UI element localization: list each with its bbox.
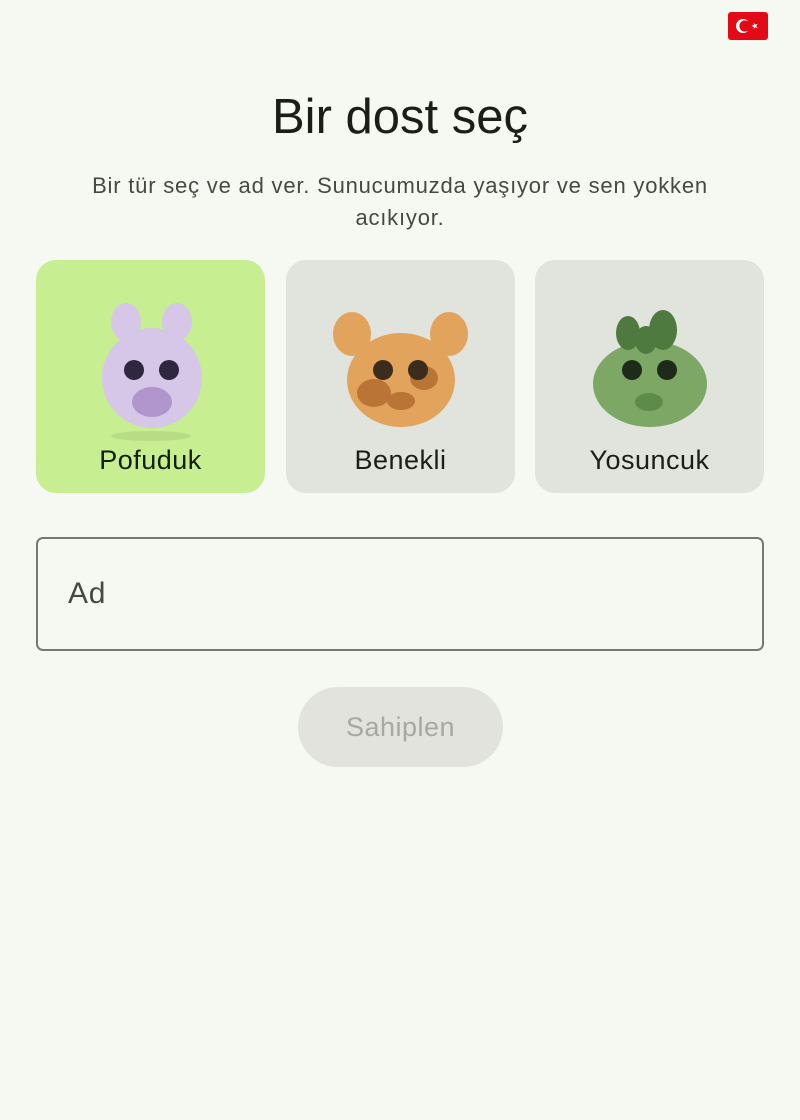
species-card-yosuncuk[interactable]: Yosuncuk bbox=[535, 260, 764, 493]
adopt-button[interactable]: Sahiplen bbox=[298, 687, 503, 767]
spotted-pet-icon bbox=[332, 312, 468, 427]
species-label: Pofuduk bbox=[99, 445, 202, 475]
page-subtitle: Bir tür seç ve ad ver. Sunucumuzda yaşıy… bbox=[92, 173, 708, 230]
species-picker: Pofuduk Benekli Yosuncuk bbox=[36, 260, 764, 493]
species-card-pofuduk[interactable]: Pofuduk bbox=[36, 260, 265, 493]
bunny-pet-icon bbox=[101, 303, 202, 441]
name-input[interactable] bbox=[68, 539, 728, 649]
species-label: Benekli bbox=[354, 445, 447, 475]
species-label: Yosuncuk bbox=[589, 445, 710, 475]
moss-pet-icon bbox=[592, 310, 707, 427]
name-field[interactable] bbox=[36, 537, 764, 651]
turkey-flag-icon[interactable] bbox=[728, 12, 768, 40]
species-card-benekli[interactable]: Benekli bbox=[286, 260, 515, 493]
page-title: Bir dost seç bbox=[272, 90, 528, 144]
